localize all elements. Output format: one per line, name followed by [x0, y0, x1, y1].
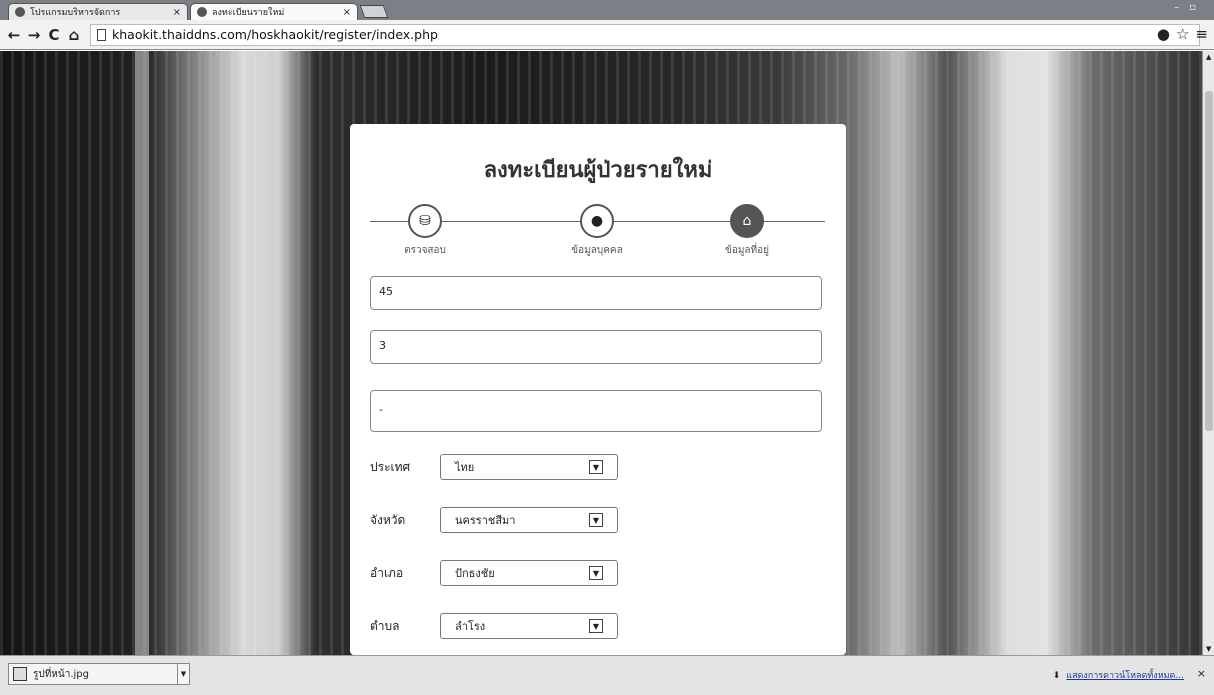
menu-icon[interactable]: ≡	[1195, 25, 1208, 43]
chevron-down-icon[interactable]: ▼	[177, 664, 189, 684]
background-texture	[135, 51, 149, 655]
tab-hospital-system[interactable]: โปรแกรมบริหารจัดการ ×	[8, 3, 188, 20]
subdistrict-label: ตำบล	[370, 618, 400, 633]
toolbar-actions: ● ☆ ≡	[1157, 25, 1208, 43]
house-number-field[interactable]: 45	[370, 276, 822, 310]
district-row: อำเภอ ปักธงชัย ▼	[370, 560, 618, 586]
browser-toolbar: ← → C ⌂ khaokit.thaiddns.com/hoskhaokit/…	[0, 20, 1214, 50]
page-scrollbar[interactable]: ▲ ▼	[1202, 51, 1214, 655]
select-value: นครราชสีมา	[455, 514, 516, 527]
district-select[interactable]: ปักธงชัย ▼	[440, 560, 618, 586]
address-bar[interactable]: khaokit.thaiddns.com/hoskhaokit/register…	[90, 23, 1200, 46]
step-label: ข้อมูลที่อยู่	[724, 245, 770, 256]
show-all-downloads-link[interactable]: ⬇ แสดงการดาวน์โหลดทั้งหมด...	[1053, 668, 1184, 682]
chevron-down-icon: ▼	[589, 619, 603, 633]
chevron-down-icon: ▼	[589, 460, 603, 474]
tab-register[interactable]: ลงทะเบียนรายใหม่ ×	[190, 3, 358, 20]
star-icon[interactable]: ☆	[1176, 25, 1189, 43]
close-icon[interactable]: ×	[343, 7, 351, 18]
step-label: ตรวจสอบ	[404, 245, 446, 256]
download-shelf: รูปที่หน้า.jpg ▼ ⬇ แสดงการดาวน์โหลดทั้งหม…	[0, 655, 1214, 695]
province-row: จังหวัด นครราชสีมา ▼	[370, 507, 618, 533]
tab-strip: โปรแกรมบริหารจัดการ × ลงทะเบียนรายใหม่ ×…	[0, 0, 1214, 20]
user-icon: ●	[580, 204, 614, 238]
close-icon[interactable]: ×	[1197, 667, 1206, 680]
country-label: ประเทศ	[370, 459, 411, 474]
scrollbar-thumb[interactable]	[1205, 91, 1213, 431]
country-select[interactable]: ไทย ▼	[440, 454, 618, 480]
select-value: ลำโรง	[455, 620, 486, 633]
registration-card: ลงทะเบียนผู้ป่วยรายใหม่ ⛁ ตรวจสอบ ● ข้อม…	[350, 124, 846, 655]
step-personal-info[interactable]: ● ข้อมูลบุคคล	[542, 204, 652, 258]
chevron-down-icon: ▼	[589, 566, 603, 580]
back-arrow-icon[interactable]: ←	[4, 25, 24, 45]
step-label: ข้อมูลบุคคล	[571, 245, 623, 256]
home-icon: ⌂	[730, 204, 764, 238]
tab-label: โปรแกรมบริหารจัดการ	[30, 8, 121, 18]
download-arrow-icon: ⬇	[1052, 671, 1061, 681]
province-label: จังหวัด	[370, 512, 406, 527]
tab-label: ลงทะเบียนรายใหม่	[212, 8, 285, 18]
country-row: ประเทศ ไทย ▼	[370, 454, 618, 480]
extension-icon[interactable]: ●	[1157, 25, 1170, 43]
window-controls[interactable]: –▫	[1174, 2, 1206, 13]
show-all-label: แสดงการดาวน์โหลดทั้งหมด...	[1066, 671, 1184, 681]
download-item[interactable]: รูปที่หน้า.jpg ▼	[8, 663, 190, 685]
url-text: khaokit.thaiddns.com/hoskhaokit/register…	[112, 27, 438, 42]
step-check[interactable]: ⛁ ตรวจสอบ	[370, 204, 480, 258]
scroll-down-icon[interactable]: ▼	[1206, 645, 1211, 653]
home-icon[interactable]: ⌂	[64, 25, 84, 45]
select-value: ปักธงชัย	[455, 567, 495, 580]
database-icon: ⛁	[408, 204, 442, 238]
road-field[interactable]: -	[370, 390, 822, 432]
globe-icon	[15, 7, 25, 17]
moo-field[interactable]: 3	[370, 330, 822, 364]
chevron-down-icon: ▼	[589, 513, 603, 527]
reload-icon[interactable]: C	[44, 25, 64, 45]
forward-arrow-icon[interactable]: →	[24, 25, 44, 45]
background-texture	[1005, 51, 1045, 655]
download-file-name: รูปที่หน้า.jpg	[33, 668, 90, 680]
district-label: อำเภอ	[370, 565, 404, 580]
globe-icon	[197, 7, 207, 17]
scroll-up-icon[interactable]: ▲	[1206, 53, 1211, 61]
close-icon[interactable]: ×	[173, 7, 181, 18]
subdistrict-select[interactable]: ลำโรง ▼	[440, 613, 618, 639]
subdistrict-row: ตำบล ลำโรง ▼	[370, 613, 618, 639]
new-tab-button[interactable]	[359, 5, 389, 18]
select-value: ไทย	[455, 461, 475, 474]
page-icon	[97, 28, 106, 41]
page-title: ลงทะเบียนผู้ป่วยรายใหม่	[483, 157, 713, 183]
image-file-icon	[13, 667, 27, 681]
province-select[interactable]: นครราชสีมา ▼	[440, 507, 618, 533]
step-address[interactable]: ⌂ ข้อมูลที่อยู่	[692, 204, 802, 258]
